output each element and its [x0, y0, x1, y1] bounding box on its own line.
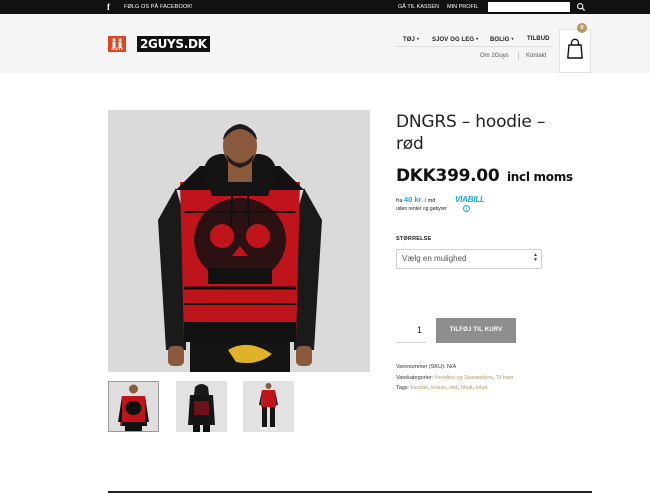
size-select-value: Vælg en mulighed [402, 254, 467, 263]
info-icon[interactable]: i [463, 205, 470, 212]
checkout-link[interactable]: GÅ TIL KASSEN [398, 0, 439, 14]
product-thumbnail[interactable] [108, 381, 159, 432]
hoodie-model-image [108, 110, 370, 372]
site-header: 2GUYS 2GUYS.DK TØJ ▾ SJOV OG LEG ▾ BOLIG ▾ … [0, 14, 650, 73]
logo-text[interactable]: 2GUYS.DK [137, 36, 210, 52]
nav-item-bolig[interactable]: BOLIG ▾ [490, 34, 514, 45]
product-thumbnail[interactable] [176, 381, 227, 432]
category-link[interactable]: Til ham [495, 375, 513, 381]
tag-link[interactable]: rød [449, 385, 457, 391]
product-title: DNGRS – hoodie – rød [396, 112, 546, 154]
select-arrows-icon: ▲ ▼ [533, 252, 538, 263]
chevron-down-icon: ▾ [416, 36, 420, 41]
product-price: DKK399.00 incl moms [396, 165, 573, 188]
logo-icon[interactable]: 2GUYS [108, 36, 126, 52]
logo-mini-text: 2GUYS [111, 47, 123, 51]
subnav-contact[interactable]: Kontakt [526, 51, 546, 61]
facebook-icon[interactable]: f [107, 1, 110, 13]
viabill-monthly: fra 40 kr. / md [396, 196, 435, 205]
nav-label: BOLIG [490, 37, 510, 43]
shopping-bag-icon [567, 38, 583, 59]
viabill-amount: 40 kr. [403, 195, 424, 204]
tag-link[interactable]: Skull [461, 385, 473, 391]
tag-link[interactable]: kranie [431, 385, 446, 391]
nav-label: TØJ [403, 37, 415, 43]
nav-item-toj[interactable]: TØJ ▾ [403, 34, 419, 45]
viabill-logo[interactable]: VIABILL [455, 195, 485, 204]
nav-label: SJOV OG LEG [432, 37, 475, 43]
tags-line: Tags: Hoodie, kranie, rød, Skull, tekst [396, 385, 488, 391]
chevron-down-icon: ▾ [511, 36, 514, 41]
product-thumbnail[interactable] [243, 381, 294, 432]
category-link[interactable]: Hoodies og Sweatshirts [435, 375, 493, 381]
top-bar: f FØLG OS PÅ FACEBOOK! GÅ TIL KASSEN MIN… [0, 0, 650, 14]
thumbnail-full-image [243, 381, 294, 432]
viabill-terms: uden renter og gebyrer [396, 206, 447, 212]
nav-item-tilbud[interactable]: TILBUD [527, 34, 550, 44]
search-input[interactable] [488, 2, 570, 12]
tags-label: Tags: [396, 385, 410, 391]
viabill-prefix: fra [396, 198, 403, 204]
size-label: STØRRELSE [396, 236, 432, 242]
tag-link[interactable]: Hoodie [411, 385, 428, 391]
profile-link[interactable]: MIN PROFIL [447, 0, 478, 14]
nav-divider [396, 46, 553, 47]
categories-line: Varekategorier: Hoodies og Sweatshirts, … [396, 375, 514, 381]
cart-count-badge: 0 [577, 23, 587, 33]
add-to-cart-button[interactable]: TILFØJ TIL KURV [436, 318, 516, 343]
viabill-suffix: / md [424, 198, 436, 204]
sku-value: N/A [446, 364, 457, 370]
subnav-divider [518, 52, 519, 60]
subnav-about[interactable]: Om 2Guys [480, 51, 509, 61]
chevron-down-icon: ▾ [476, 36, 479, 41]
sku-line: Varenummer (SKU): N/A [396, 363, 456, 371]
categories-label: Varekategorier: [396, 375, 434, 381]
tag-link[interactable]: tekst [476, 385, 488, 391]
thumbnail-back-image [176, 381, 227, 432]
nav-label: TILBUD [527, 36, 550, 42]
size-select[interactable]: Vælg en mulighed ▲ ▼ [396, 249, 542, 269]
cart-button[interactable] [559, 29, 591, 73]
product-main-image[interactable] [108, 110, 370, 372]
section-divider [108, 491, 592, 493]
search-icon[interactable] [576, 2, 586, 12]
quantity-input[interactable]: 1 [396, 318, 426, 343]
sku-label: Varenummer (SKU): [396, 364, 446, 370]
facebook-link[interactable]: FØLG OS PÅ FACEBOOK! [124, 0, 193, 14]
thumbnail-front-image [109, 382, 158, 431]
price-value: DKK399.00 [396, 166, 500, 186]
tax-label: incl moms [506, 170, 573, 184]
nav-item-sjov-og-leg[interactable]: SJOV OG LEG ▾ [432, 34, 478, 45]
